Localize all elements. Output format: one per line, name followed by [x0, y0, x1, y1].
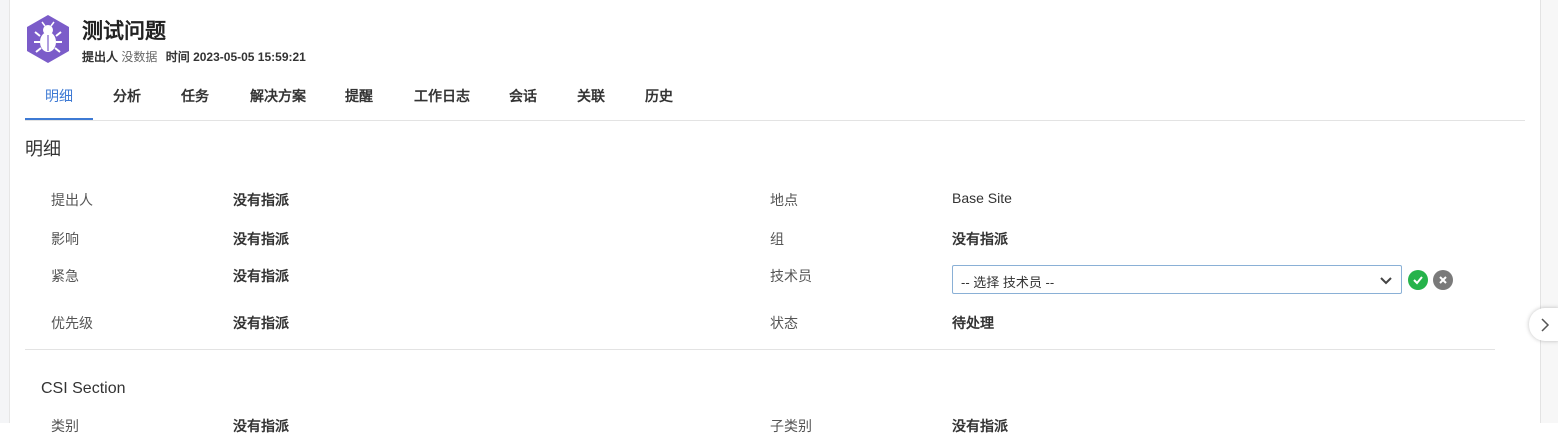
technician-select[interactable]: -- 选择 技术员 -- — [952, 265, 1402, 294]
field-value-category: 没有指派 — [233, 418, 289, 434]
tab-analysis[interactable]: 分析 — [107, 80, 147, 118]
field-label-status: 状态 — [770, 315, 798, 331]
tab-associations[interactable]: 关联 — [571, 80, 611, 118]
section-title-csi: CSI Section — [41, 380, 126, 397]
section-divider — [25, 349, 1495, 350]
tab-bar: 明细 分析 任务 解决方案 提醒 工作日志 会话 关联 历史 — [25, 80, 1525, 121]
tab-solutions[interactable]: 解决方案 — [243, 80, 313, 118]
field-label-priority: 优先级 — [51, 315, 93, 331]
tab-worklog[interactable]: 工作日志 — [407, 80, 477, 118]
field-value-group: 没有指派 — [952, 231, 1008, 247]
field-label-urgency: 紧急 — [51, 268, 79, 284]
header-meta: 提出人 没数据 时间 2023-05-05 15:59:21 — [82, 48, 306, 65]
tab-tasks[interactable]: 任务 — [175, 80, 215, 118]
field-value-status: 待处理 — [952, 315, 994, 331]
bug-icon — [26, 14, 70, 64]
right-edge-panel — [1540, 0, 1558, 423]
field-label-subcategory: 子类别 — [770, 418, 812, 434]
cancel-technician-button[interactable] — [1433, 270, 1453, 290]
field-label-technician: 技术员 — [770, 268, 812, 284]
field-label-impact: 影响 — [51, 231, 79, 247]
field-value-site: Base Site — [952, 190, 1012, 206]
tab-history[interactable]: 历史 — [639, 80, 679, 118]
confirm-technician-button[interactable] — [1408, 270, 1428, 290]
chevron-right-icon — [1541, 318, 1550, 332]
field-label-site: 地点 — [770, 192, 798, 208]
field-value-impact: 没有指派 — [233, 231, 289, 247]
field-value-urgency: 没有指派 — [233, 268, 289, 284]
technician-select-value: -- 选择 技术员 -- — [961, 275, 1055, 290]
field-value-requester: 没有指派 — [233, 192, 289, 208]
left-edge-panel — [0, 0, 10, 423]
panel-toggle-button[interactable] — [1529, 308, 1558, 341]
field-label-category: 类别 — [51, 418, 79, 434]
requester-label: 提出人 — [82, 50, 119, 64]
tab-details[interactable]: 明细 — [25, 80, 93, 120]
field-value-priority: 没有指派 — [233, 315, 289, 331]
section-title-details: 明细 — [25, 139, 61, 159]
tab-conversations[interactable]: 会话 — [503, 80, 543, 118]
page-title: 测试问题 — [82, 20, 166, 43]
field-value-subcategory: 没有指派 — [952, 418, 1008, 434]
field-label-group: 组 — [770, 231, 784, 247]
requester-value: 没数据 — [121, 50, 158, 64]
field-label-requester: 提出人 — [51, 192, 93, 208]
time-label: 时间 — [165, 50, 190, 64]
chevron-down-icon — [1379, 274, 1393, 286]
check-icon — [1413, 276, 1423, 285]
close-icon — [1439, 276, 1447, 284]
time-value: 2023-05-05 15:59:21 — [193, 50, 306, 64]
tab-reminders[interactable]: 提醒 — [339, 80, 379, 118]
